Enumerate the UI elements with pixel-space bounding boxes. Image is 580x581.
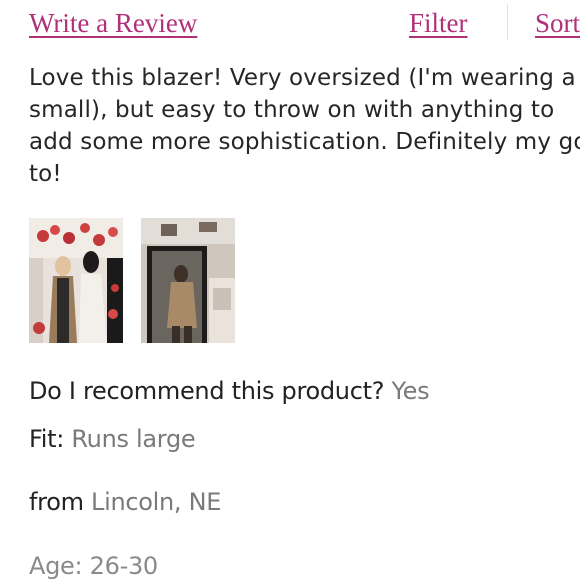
review-photo-2[interactable]: [141, 218, 235, 343]
photo-image: [29, 218, 123, 343]
location-value: Lincoln, NE: [91, 488, 222, 516]
age-row: Age: 26-30: [29, 551, 158, 581]
recommend-label: Do I recommend this product?: [29, 377, 385, 405]
review-toolbar: Write a Review Filter Sort: [0, 0, 580, 50]
filter-link[interactable]: Filter: [409, 5, 468, 41]
age-value: 26-30: [89, 552, 159, 580]
recommend-value: Yes: [391, 377, 430, 405]
fit-label: Fit:: [29, 425, 65, 453]
fit-value: Runs large: [71, 425, 196, 453]
review-photo-1[interactable]: [29, 218, 123, 343]
recommend-row: Do I recommend this product? Yes: [29, 376, 430, 406]
age-label: Age:: [29, 552, 83, 580]
location-row: from Lincoln, NE: [29, 487, 221, 517]
location-label: from: [29, 488, 84, 516]
fit-row: Fit: Runs large: [29, 424, 196, 454]
review-body: Love this blazer! Very oversized (I'm we…: [29, 65, 580, 187]
write-review-link[interactable]: Write a Review: [29, 5, 197, 41]
toolbar-divider: [507, 4, 508, 40]
photo-image: [141, 218, 235, 343]
sort-link[interactable]: Sort: [535, 5, 580, 41]
